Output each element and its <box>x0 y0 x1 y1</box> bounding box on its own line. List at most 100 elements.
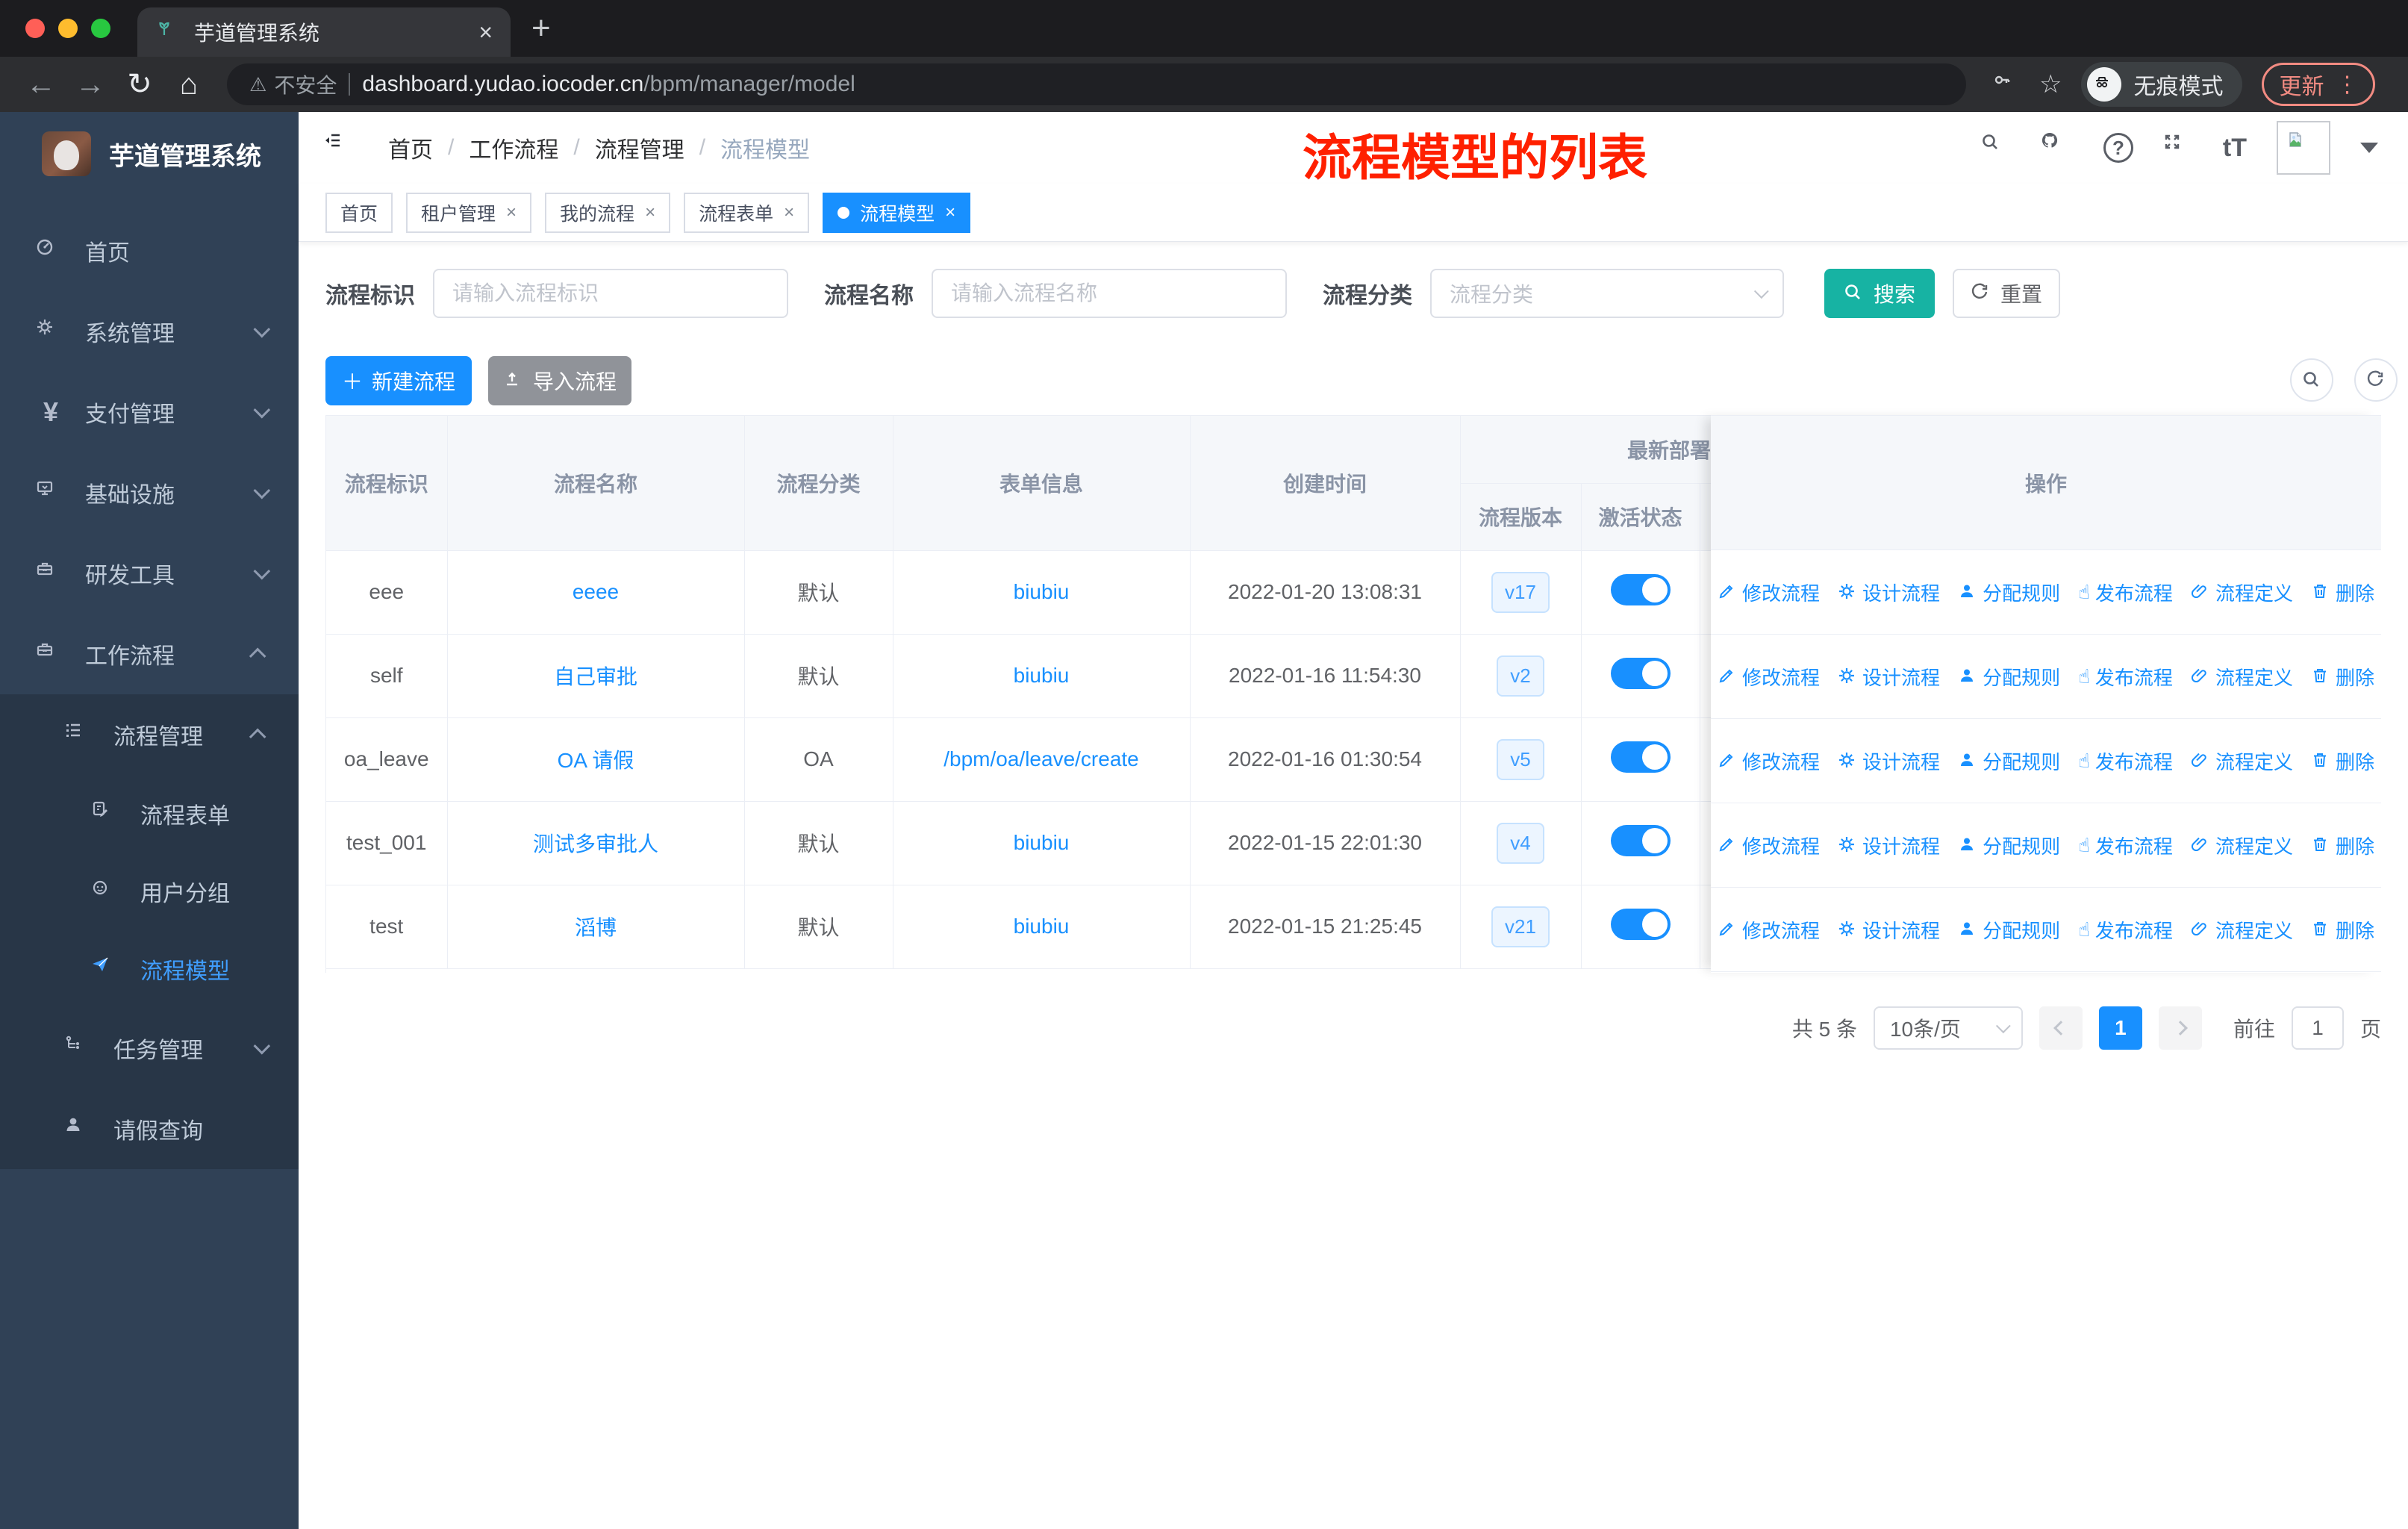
tag-process-form[interactable]: 流程表单 × <box>684 192 810 233</box>
version-badge[interactable]: v2 <box>1497 655 1544 697</box>
browser-update-button[interactable]: 更新 ⋮ <box>2262 63 2376 106</box>
action-delete[interactable]: 删除 <box>2311 579 2374 606</box>
home-icon[interactable]: ⌂ <box>167 68 210 102</box>
action-assign-rule[interactable]: 分配规则 <box>1958 663 2060 691</box>
close-window-button[interactable] <box>25 19 45 38</box>
action-edit-process[interactable]: 修改流程 <box>1718 916 1820 944</box>
fullscreen-icon[interactable] <box>2163 133 2193 163</box>
filter-category-select[interactable]: 流程分类 <box>1430 269 1784 318</box>
action-assign-rule[interactable]: 分配规则 <box>1958 747 2060 775</box>
action-assign-rule[interactable]: 分配规则 <box>1958 832 2060 859</box>
form-link[interactable]: biubiu <box>1014 664 1070 687</box>
action-assign-rule[interactable]: 分配规则 <box>1958 916 2060 944</box>
action-process-definition[interactable]: 流程定义 <box>2191 916 2293 944</box>
breadcrumb-process-management[interactable]: 流程管理 <box>595 131 684 164</box>
close-icon[interactable]: × <box>506 202 517 223</box>
reset-button[interactable]: 重置 <box>1953 269 2060 318</box>
version-badge[interactable]: v4 <box>1497 822 1544 864</box>
sidebar-item-process-management[interactable]: 流程管理 <box>0 694 299 775</box>
import-process-button[interactable]: 导入流程 <box>488 356 631 405</box>
page-number-button[interactable]: 1 <box>2098 1006 2142 1050</box>
browser-tab[interactable]: 芋道管理系统 × <box>137 7 511 57</box>
sidebar-item-home[interactable]: 首页 <box>0 211 299 291</box>
create-process-button[interactable]: ＋ 新建流程 <box>325 356 472 405</box>
sidebar-fold-icon[interactable] <box>324 131 357 164</box>
form-link[interactable]: /bpm/oa/leave/create <box>943 747 1139 770</box>
sidebar-item-workflow[interactable]: 工作流程 <box>0 614 299 694</box>
action-process-definition[interactable]: 流程定义 <box>2191 663 2293 691</box>
filter-name-input[interactable] <box>932 269 1287 318</box>
github-icon[interactable] <box>2041 131 2074 164</box>
form-link[interactable]: biubiu <box>1014 580 1070 603</box>
action-publish-process[interactable]: ☝ 发布流程 <box>2078 747 2173 775</box>
version-badge[interactable]: v21 <box>1491 906 1550 947</box>
avatar-caret-icon[interactable] <box>2360 143 2378 153</box>
action-process-definition[interactable]: 流程定义 <box>2191 832 2293 859</box>
avatar[interactable] <box>2277 121 2330 175</box>
action-publish-process[interactable]: ☝ 发布流程 <box>2078 663 2173 691</box>
maximize-window-button[interactable] <box>91 19 110 38</box>
sidebar-item-infrastructure[interactable]: 基础设施 <box>0 452 299 533</box>
action-delete[interactable]: 删除 <box>2311 916 2374 944</box>
close-icon[interactable]: × <box>784 202 794 223</box>
active-toggle[interactable] <box>1610 741 1671 773</box>
action-edit-process[interactable]: 修改流程 <box>1718 832 1820 859</box>
action-delete[interactable]: 删除 <box>2311 747 2374 775</box>
active-toggle[interactable] <box>1610 573 1671 605</box>
tag-home[interactable]: 首页 <box>325 192 393 233</box>
bookmark-star-icon[interactable]: ☆ <box>2039 69 2062 99</box>
action-publish-process[interactable]: ☝ 发布流程 <box>2078 579 2173 606</box>
action-design-process[interactable]: 设计流程 <box>1838 747 1940 775</box>
tag-process-model[interactable]: 流程模型 × <box>823 192 971 233</box>
action-design-process[interactable]: 设计流程 <box>1838 916 1940 944</box>
sidebar-item-process-form[interactable]: 流程表单 <box>0 775 299 853</box>
action-publish-process[interactable]: ☝ 发布流程 <box>2078 832 2173 859</box>
page-size-select[interactable]: 10条/页 <box>1873 1006 2023 1050</box>
search-button[interactable]: 搜索 <box>1824 269 1935 318</box>
security-warning[interactable]: ⚠ 不安全 <box>249 69 337 99</box>
password-key-icon[interactable] <box>1993 71 2020 98</box>
sidebar-item-task-management[interactable]: 任务管理 <box>0 1008 299 1089</box>
sidebar-item-payment[interactable]: ¥ 支付管理 <box>0 372 299 452</box>
show-search-button[interactable] <box>2290 358 2333 402</box>
sidebar-logo-row[interactable]: 芋道管理系统 <box>0 112 299 196</box>
minimize-window-button[interactable] <box>58 19 78 38</box>
sidebar-item-user-group[interactable]: 用户分组 <box>0 853 299 930</box>
refresh-table-button[interactable] <box>2354 358 2398 402</box>
close-icon[interactable]: × <box>945 202 955 223</box>
next-page-button[interactable] <box>2158 1006 2202 1050</box>
prev-page-button[interactable] <box>2039 1006 2083 1050</box>
version-badge[interactable]: v17 <box>1491 571 1550 613</box>
action-publish-process[interactable]: ☝ 发布流程 <box>2078 916 2173 944</box>
action-edit-process[interactable]: 修改流程 <box>1718 579 1820 606</box>
help-icon[interactable]: ? <box>2103 133 2133 163</box>
process-name-link[interactable]: 自己审批 <box>554 665 637 688</box>
action-edit-process[interactable]: 修改流程 <box>1718 747 1820 775</box>
goto-page-input[interactable] <box>2291 1006 2344 1050</box>
action-design-process[interactable]: 设计流程 <box>1838 663 1940 691</box>
form-link[interactable]: biubiu <box>1014 915 1070 938</box>
forward-icon[interactable]: → <box>69 68 112 102</box>
sidebar-item-system[interactable]: 系统管理 <box>0 291 299 372</box>
back-icon[interactable]: ← <box>19 68 63 102</box>
font-size-icon[interactable] <box>2223 134 2247 163</box>
form-link[interactable]: biubiu <box>1014 831 1070 854</box>
process-name-link[interactable]: eeee <box>573 580 619 603</box>
breadcrumb-workflow[interactable]: 工作流程 <box>469 131 558 164</box>
action-delete[interactable]: 删除 <box>2311 832 2374 859</box>
close-icon[interactable]: × <box>645 202 655 223</box>
address-bar[interactable]: ⚠ 不安全 dashboard.yudao.iocoder.cn/bpm/mana… <box>227 63 1966 105</box>
sidebar-item-process-model[interactable]: 流程模型 <box>0 930 299 1008</box>
filter-id-input[interactable] <box>433 269 788 318</box>
process-name-link[interactable]: 滔博 <box>575 916 617 939</box>
action-design-process[interactable]: 设计流程 <box>1838 579 1940 606</box>
action-process-definition[interactable]: 流程定义 <box>2191 579 2293 606</box>
sidebar-item-leave-query[interactable]: 请假查询 <box>0 1089 299 1169</box>
reload-icon[interactable]: ↻ <box>118 67 161 102</box>
active-toggle[interactable] <box>1610 657 1671 689</box>
tab-close-icon[interactable]: × <box>478 20 493 44</box>
search-icon[interactable] <box>1981 133 2011 163</box>
action-assign-rule[interactable]: 分配规则 <box>1958 579 2060 606</box>
process-name-link[interactable]: 测试多审批人 <box>533 832 658 856</box>
browser-menu-icon[interactable]: ⋮ <box>2336 72 2358 98</box>
